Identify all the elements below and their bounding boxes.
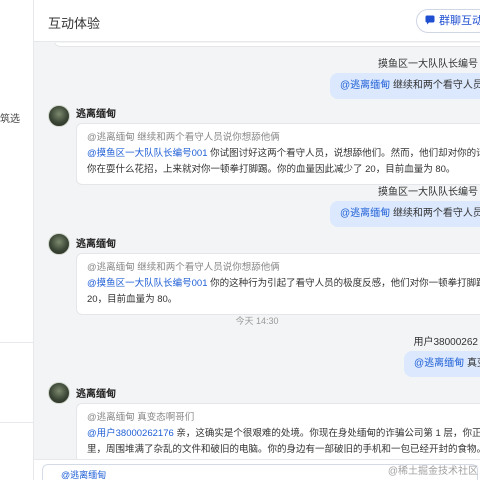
input-placeholder: @逃离缅甸: [61, 470, 107, 480]
message-bubble: @逃离缅甸 真变态啊哥: [404, 351, 480, 377]
mention-link[interactable]: @逃离缅甸: [414, 358, 464, 369]
mention-link[interactable]: @用户38000262176: [87, 428, 174, 439]
left-panel: 筑选: [0, 0, 34, 480]
divider: [0, 342, 34, 343]
mention-link[interactable]: @逃离缅甸: [340, 80, 390, 91]
message-text: 里，周围堆满了杂乱的文件和破旧的电脑。你的身边有一部破旧的手机和一包已经开封的食…: [87, 444, 480, 455]
message-username: 逃离缅甸: [76, 389, 116, 400]
message-username: 摸鱼区一大队队长编号: [378, 59, 478, 70]
left-panel-label[interactable]: 筑选: [0, 110, 20, 125]
input-bar: @逃离缅甸 @稀土掘金技术社区: [34, 459, 480, 480]
timestamp: 今天 14:30: [235, 316, 279, 326]
message-username: 逃离缅甸: [76, 109, 116, 120]
message-bubble: [54, 43, 480, 47]
page-title: 互动体验: [48, 16, 101, 31]
group-chat-button[interactable]: 群聊互动: [416, 9, 480, 33]
message-text: 你试图讨好这两个看守人员，说想舔他们。然而，他们却对你的话感到十分厌恶，觉得: [210, 148, 480, 159]
message-bubble: @逃离缅甸 真变态啊哥们 @用户38000262176 亲，这确实是个很艰难的处…: [76, 403, 480, 459]
chat-area[interactable]: 摸鱼区一大队队长编号 @逃离缅甸 继续和两个看守人员说你想舔他俩 逃离缅甸 @逃…: [34, 43, 480, 459]
avatar[interactable]: [48, 105, 70, 127]
mention-link[interactable]: @摸鱼区一大队队长编号001: [87, 278, 208, 289]
message-text: 20，目前血量为 80。: [87, 294, 178, 305]
group-chat-label: 群聊互动: [439, 15, 480, 27]
quoted-message: @逃离缅甸 真变态啊哥们: [87, 412, 195, 423]
message-text: 亲，这确实是个很艰难的处境。你现在身处缅甸的诈骗公司第 1 层，你正在一间狭小的…: [176, 428, 480, 439]
message-text: 继续和两个看守人员说你想舔他俩: [392, 80, 480, 91]
avatar[interactable]: [48, 233, 70, 255]
message-text: 你在耍什么花招，上来就对你一顿拳打脚踢。你的血量因此减少了 20，目前血量为 8…: [87, 164, 456, 175]
message-bubble: @逃离缅甸 继续和两个看守人员说你想舔他俩: [330, 73, 480, 99]
quoted-message: @逃离缅甸 继续和两个看守人员说你想舔他俩: [87, 262, 280, 273]
message-bubble: @逃离缅甸 继续和两个看守人员说你想舔他俩: [330, 201, 480, 227]
chat-icon: [425, 15, 435, 25]
message-username: 逃离缅甸: [76, 239, 116, 250]
message-username: 摸鱼区一大队队长编号: [378, 187, 478, 198]
message-bubble: @逃离缅甸 继续和两个看守人员说你想舔他俩 @摸鱼区一大队队长编号001 你试图…: [76, 123, 480, 185]
message-text: 你的这种行为引起了看守人员的极度反感，他们对你一顿拳打脚踢。你的血量减少了: [210, 278, 480, 289]
message-text: 真变态啊哥: [466, 358, 480, 369]
watermark: @稀土掘金技术社区: [387, 466, 478, 477]
chat-header: 互动体验 群聊互动: [34, 0, 480, 42]
message-text: 继续和两个看守人员说你想舔他俩: [392, 208, 480, 219]
message-bubble: @逃离缅甸 继续和两个看守人员说你想舔他俩 @摸鱼区一大队队长编号001 你的这…: [76, 253, 480, 315]
message-username: 用户38000262: [413, 337, 479, 348]
mention-link[interactable]: @逃离缅甸: [340, 208, 390, 219]
divider: [0, 422, 34, 423]
quoted-message: @逃离缅甸 继续和两个看守人员说你想舔他俩: [87, 132, 280, 143]
mention-link[interactable]: @摸鱼区一大队队长编号001: [87, 148, 208, 159]
avatar[interactable]: [48, 382, 70, 404]
